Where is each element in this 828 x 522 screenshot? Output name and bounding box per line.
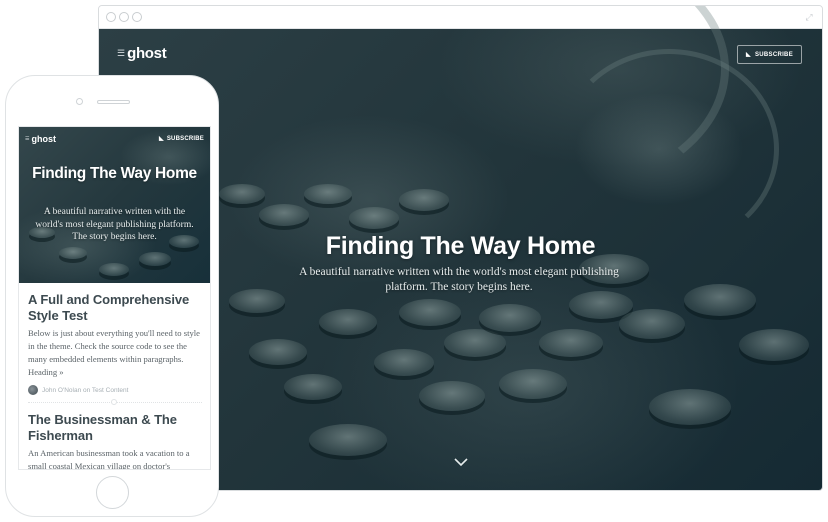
typewriter-key-decoration <box>304 184 352 204</box>
post-title[interactable]: A Full and Comprehensive Style Test <box>28 292 202 323</box>
chevron-down-icon[interactable] <box>454 457 468 467</box>
post-meta: John O'Nolan on Test Content <box>28 385 202 395</box>
post-title[interactable]: The Businessman & The Fisherman <box>28 412 202 443</box>
typewriter-key-decoration <box>619 309 685 339</box>
mobile-phone-mockup: ☰ ghost ◣ SUBSCRIBE Finding The Way Home… <box>5 75 219 517</box>
typewriter-key-decoration <box>284 374 342 400</box>
ghost-logo-icon: ☰ <box>117 48 125 58</box>
typewriter-key-decoration <box>349 207 399 229</box>
post-card[interactable]: The Businessman & The Fisherman An Ameri… <box>28 412 202 470</box>
hero-description: A beautiful narrative written with the w… <box>299 266 619 293</box>
typewriter-key-decoration <box>99 263 129 276</box>
typewriter-key-decoration <box>309 424 387 456</box>
typewriter-key-decoration <box>444 329 506 357</box>
phone-camera <box>76 98 83 105</box>
typewriter-key-decoration <box>139 252 171 266</box>
post-card[interactable]: A Full and Comprehensive Style Test Belo… <box>28 292 202 395</box>
mobile-hero: ☰ ghost ◣ SUBSCRIBE Finding The Way Home… <box>19 127 210 283</box>
rss-icon: ◣ <box>746 52 751 58</box>
typewriter-key-decoration <box>219 184 265 204</box>
typewriter-key-decoration <box>259 204 309 226</box>
mobile-hero-title: Finding The Way Home <box>32 165 197 182</box>
brand-name: ghost <box>31 134 56 144</box>
rss-icon: ◣ <box>159 136 164 142</box>
divider-ornament <box>111 399 117 405</box>
window-minimize-button[interactable] <box>119 12 129 22</box>
typewriter-key-decoration <box>684 284 756 316</box>
typewriter-key-decoration <box>399 189 449 211</box>
phone-speaker <box>97 100 130 104</box>
post-excerpt: Below is just about everything you'll ne… <box>28 328 200 377</box>
expand-arrows-icon[interactable]: ⤢ <box>804 12 814 22</box>
window-close-button[interactable] <box>106 12 116 22</box>
window-maximize-button[interactable] <box>132 12 142 22</box>
typewriter-key-decoration <box>399 299 461 326</box>
typewriter-key-decoration <box>319 309 377 335</box>
post-excerpt: An American businessman took a vacation … <box>28 448 190 470</box>
phone-home-button[interactable] <box>96 476 129 509</box>
mobile-screen: ☰ ghost ◣ SUBSCRIBE Finding The Way Home… <box>18 126 211 470</box>
ghost-theme-showcase: ⤢ ☰ ghost ◣ SUBSCRIBE Finding The Way Ho… <box>0 0 828 522</box>
typewriter-key-decoration <box>649 389 731 425</box>
typewriter-key-decoration <box>419 381 485 411</box>
typewriter-key-decoration <box>59 247 87 259</box>
typewriter-arc-decoration <box>559 49 779 249</box>
subscribe-button[interactable]: ◣ SUBSCRIBE <box>737 45 802 64</box>
typewriter-key-decoration <box>739 329 809 361</box>
brand-name: ghost <box>127 45 167 62</box>
typewriter-key-decoration <box>479 304 541 332</box>
subscribe-label: SUBSCRIBE <box>754 51 793 58</box>
mobile-brand-logo[interactable]: ☰ ghost <box>25 134 56 144</box>
author-avatar[interactable] <box>28 385 38 395</box>
typewriter-key-decoration <box>539 329 603 357</box>
typewriter-key-decoration <box>374 349 434 376</box>
subscribe-label: SUBSCRIBE <box>166 135 204 142</box>
typewriter-key-decoration <box>229 289 285 313</box>
typewriter-key-decoration <box>249 339 307 365</box>
typewriter-key-decoration <box>499 369 567 399</box>
mobile-subscribe-button[interactable]: ◣ SUBSCRIBE <box>159 135 204 143</box>
desktop-brand-logo[interactable]: ☰ ghost <box>117 45 167 62</box>
mobile-hero-description: A beautiful narrative written with the w… <box>35 207 194 242</box>
post-meta-text[interactable]: John O'Nolan on Test Content <box>42 387 128 394</box>
ghost-logo-icon: ☰ <box>25 136 30 142</box>
